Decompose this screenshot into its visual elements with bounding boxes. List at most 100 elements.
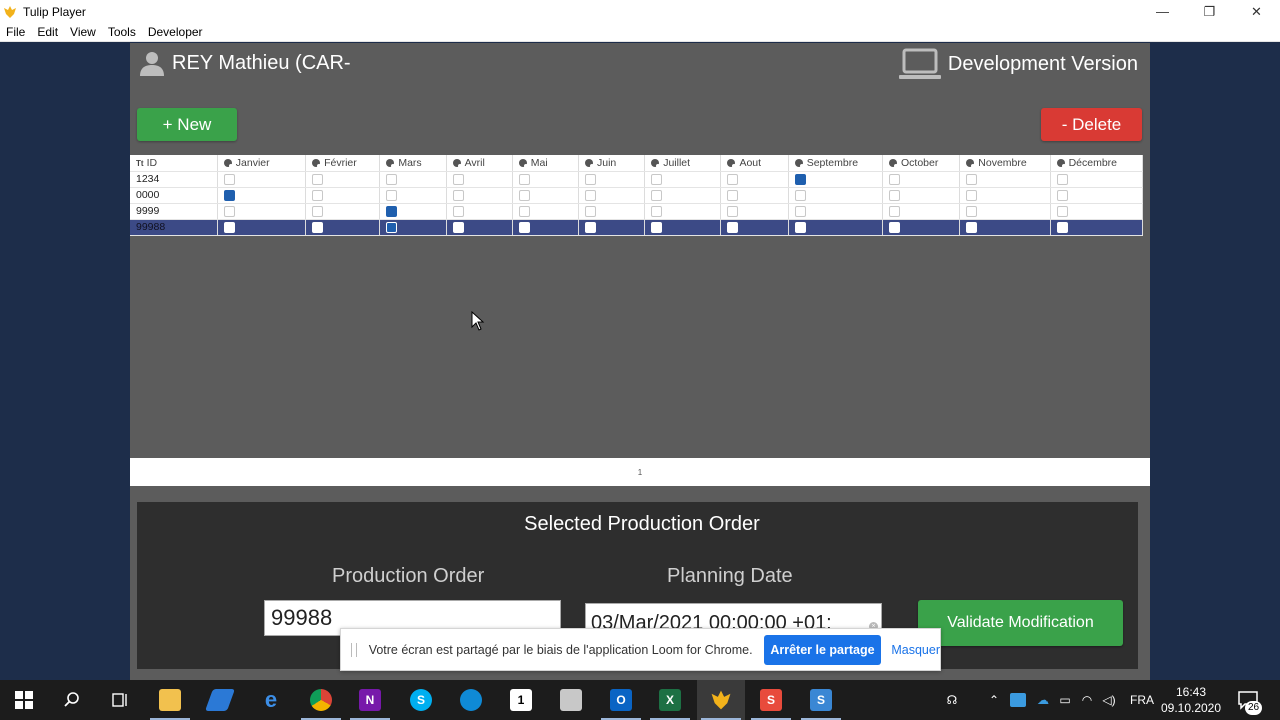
checkbox[interactable]	[386, 173, 398, 185]
column-header-mai[interactable]: Mai	[512, 155, 580, 172]
table-row[interactable]: 99988	[130, 219, 1144, 236]
column-header-juillet[interactable]: Juillet	[644, 155, 722, 172]
stop-sharing-button[interactable]: Arrêter le partage	[763, 634, 882, 665]
checkbox[interactable]	[223, 205, 235, 217]
checkbox[interactable]	[312, 221, 324, 233]
search-icon[interactable]	[48, 680, 96, 720]
checkbox[interactable]	[518, 205, 530, 217]
column-header-juin[interactable]: Juin	[578, 155, 646, 172]
checkbox[interactable]	[386, 189, 398, 201]
column-header-janvier[interactable]: Janvier	[217, 155, 307, 172]
maximize-button[interactable]: ❐	[1186, 0, 1233, 23]
checkbox[interactable]	[452, 221, 464, 233]
checkbox[interactable]	[312, 205, 324, 217]
checkbox[interactable]	[727, 189, 739, 201]
snagit-editor-icon[interactable]: S	[747, 680, 795, 720]
excel-icon[interactable]: X	[646, 680, 694, 720]
checkbox[interactable]	[312, 173, 324, 185]
checkbox[interactable]	[452, 205, 464, 217]
menu-tools[interactable]: Tools	[102, 23, 142, 42]
checkbox[interactable]	[585, 189, 596, 201]
skype-icon[interactable]: S	[397, 680, 445, 720]
column-header-aout[interactable]: Aout	[720, 155, 789, 172]
checkbox[interactable]	[889, 221, 900, 233]
checkbox[interactable]	[889, 189, 900, 201]
table-pagination[interactable]: 1	[130, 458, 1150, 486]
chrome-icon[interactable]	[297, 680, 345, 720]
battery-icon[interactable]: ▭	[1054, 693, 1076, 707]
validate-modification-button[interactable]: Validate Modification	[918, 600, 1123, 646]
cell-id[interactable]: 9999	[130, 203, 218, 220]
checkbox[interactable]	[518, 221, 530, 233]
cell-id[interactable]: 1234	[130, 171, 218, 188]
checkbox[interactable]	[1056, 205, 1068, 217]
checkbox[interactable]	[966, 221, 978, 233]
checkbox[interactable]	[966, 189, 978, 201]
windows-start-icon[interactable]	[0, 680, 48, 720]
file-explorer-icon[interactable]	[146, 680, 194, 720]
task-view-icon[interactable]	[96, 680, 144, 720]
table-row[interactable]: 0000	[130, 187, 1144, 204]
checkbox[interactable]	[518, 173, 530, 185]
volume-icon[interactable]: ◁)	[1098, 693, 1120, 707]
checkbox[interactable]	[1056, 221, 1068, 233]
column-header-mars[interactable]: Mars	[379, 155, 447, 172]
column-header-id[interactable]: Tt ID	[130, 155, 218, 172]
checkbox[interactable]	[794, 189, 806, 201]
snagit-icon[interactable]: S	[797, 680, 845, 720]
checkbox[interactable]	[651, 221, 663, 233]
menu-view[interactable]: View	[64, 23, 102, 42]
clock[interactable]: 16:43 09.10.2020	[1158, 684, 1224, 716]
checkbox[interactable]	[585, 205, 596, 217]
drag-handle-icon[interactable]	[351, 642, 357, 657]
checkbox[interactable]	[889, 205, 900, 217]
checkbox[interactable]	[386, 205, 398, 217]
tulip-player-icon[interactable]	[697, 680, 745, 720]
checkbox[interactable]	[794, 221, 806, 233]
checkbox[interactable]	[794, 173, 806, 185]
language-indicator[interactable]: FRA	[1130, 693, 1154, 707]
column-header-avril[interactable]: Avril	[446, 155, 513, 172]
checkbox[interactable]	[452, 189, 464, 201]
checkbox[interactable]	[651, 173, 663, 185]
checkbox[interactable]	[727, 173, 739, 185]
hide-link[interactable]: Masquer	[891, 643, 940, 657]
checkbox[interactable]	[966, 205, 978, 217]
column-header-october[interactable]: October	[882, 155, 961, 172]
checkbox[interactable]	[518, 189, 530, 201]
menu-developer[interactable]: Developer	[142, 23, 209, 42]
tulip-app-icon[interactable]: 1	[497, 680, 545, 720]
checkbox[interactable]	[1056, 189, 1068, 201]
checkbox[interactable]	[312, 189, 324, 201]
page-number[interactable]: 1	[638, 468, 642, 477]
checkbox[interactable]	[727, 221, 739, 233]
cell-id[interactable]: 99988	[130, 219, 218, 236]
onedrive-tray-icon[interactable]: ☁	[1032, 693, 1054, 707]
onedrive-app-icon[interactable]	[447, 680, 495, 720]
column-header-septembre[interactable]: Septembre	[788, 155, 884, 172]
checkbox[interactable]	[651, 189, 663, 201]
onenote-icon[interactable]: N	[346, 680, 394, 720]
column-header-novembre[interactable]: Novembre	[959, 155, 1051, 172]
menu-edit[interactable]: Edit	[31, 23, 64, 42]
column-header-decembre[interactable]: Décembre	[1050, 155, 1144, 172]
menu-file[interactable]: File	[0, 23, 31, 42]
table-row[interactable]: 9999	[130, 203, 1144, 220]
cell-id[interactable]: 0000	[130, 187, 218, 204]
checkbox[interactable]	[452, 173, 464, 185]
outlook-icon[interactable]: O	[597, 680, 645, 720]
checkbox[interactable]	[727, 205, 739, 217]
checkbox[interactable]	[794, 205, 806, 217]
checkbox[interactable]	[889, 173, 900, 185]
network-sync-icon[interactable]	[1010, 693, 1026, 707]
show-hidden-icons-icon[interactable]: ⌃	[982, 693, 1006, 707]
close-button[interactable]: ✕	[1233, 0, 1280, 23]
checkbox[interactable]	[585, 173, 596, 185]
checkbox[interactable]	[966, 173, 978, 185]
wifi-icon[interactable]: ◠	[1076, 693, 1098, 707]
checkbox[interactable]	[386, 221, 398, 233]
checkbox[interactable]	[223, 189, 235, 201]
checkbox[interactable]	[651, 205, 663, 217]
edge-icon[interactable]: e	[247, 680, 295, 720]
checkbox[interactable]	[1056, 173, 1068, 185]
